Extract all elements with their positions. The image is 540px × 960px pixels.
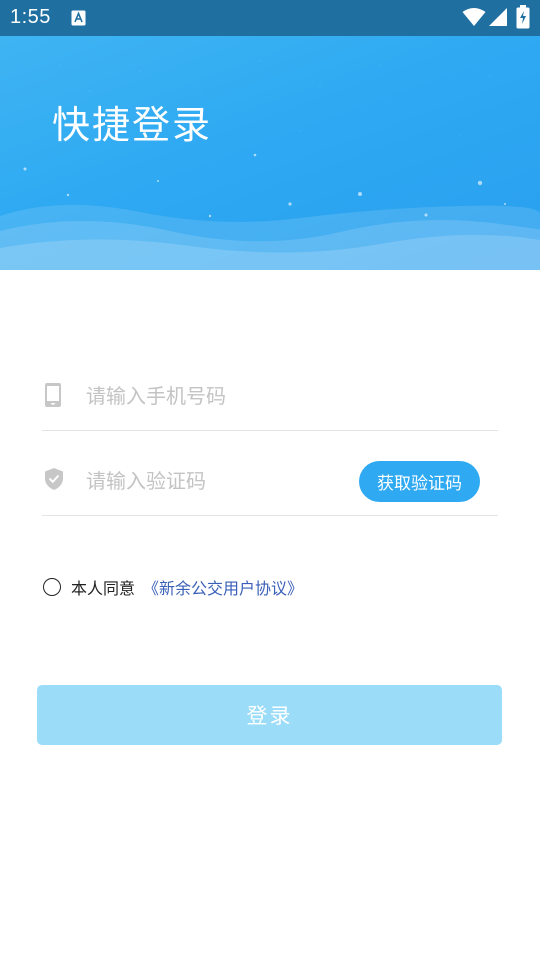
battery-charging-icon <box>516 5 530 29</box>
status-bar: 1:55 <box>0 0 540 36</box>
agreement-radio[interactable] <box>43 578 61 596</box>
code-input[interactable] <box>86 466 341 496</box>
wifi-icon <box>462 8 486 26</box>
code-field-row: 获取验证码 <box>42 431 498 516</box>
page-title: 快捷登录 <box>52 103 213 147</box>
phone-icon <box>45 383 61 407</box>
a-icon <box>71 10 86 26</box>
phone-input[interactable] <box>86 381 386 411</box>
agreement-row: 本人同意 《新余公交用户协议》 <box>43 575 303 599</box>
phone-field-row <box>42 346 498 431</box>
shield-check-icon <box>45 468 63 490</box>
login-header: 快捷登录 <box>0 36 540 270</box>
header-wave-decoration <box>0 59 540 270</box>
signal-icon <box>489 8 507 26</box>
agreement-text: 本人同意 <box>71 579 136 598</box>
status-time: 1:55 <box>10 6 51 28</box>
get-code-button[interactable]: 获取验证码 <box>359 461 480 502</box>
login-button[interactable]: 登录 <box>37 685 502 745</box>
agreement-link[interactable]: 《新余公交用户协议》 <box>143 575 303 599</box>
